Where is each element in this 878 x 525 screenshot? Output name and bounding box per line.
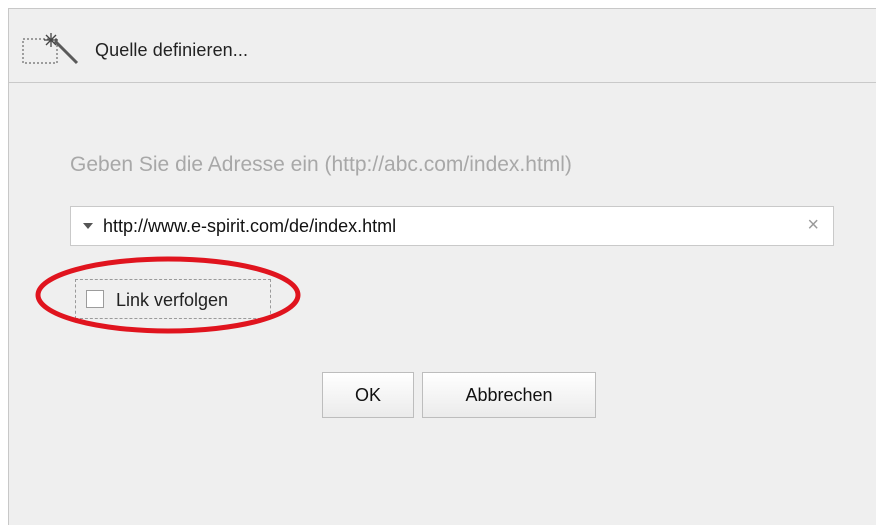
address-prompt-label: Geben Sie die Adresse ein (http://abc.co… bbox=[70, 153, 572, 176]
dialog-title: Quelle definieren... bbox=[95, 40, 249, 60]
checkbox-box[interactable] bbox=[86, 290, 104, 308]
checkbox-label[interactable]: Link verfolgen bbox=[116, 290, 228, 311]
cancel-button[interactable]: Abbrechen bbox=[422, 372, 596, 418]
follow-link-checkbox[interactable]: Link verfolgen bbox=[75, 279, 271, 319]
dropdown-arrow-icon[interactable] bbox=[83, 223, 93, 229]
url-combobox[interactable]: http://www.e-spirit.com/de/index.html × bbox=[70, 206, 834, 246]
ok-button[interactable]: OK bbox=[322, 372, 414, 418]
clear-icon[interactable]: × bbox=[807, 213, 819, 237]
magic-wand-selection-icon bbox=[21, 31, 83, 67]
define-source-dialog: Quelle definieren... Geben Sie die Adres… bbox=[8, 8, 876, 525]
url-input-value[interactable]: http://www.e-spirit.com/de/index.html bbox=[103, 216, 396, 237]
dialog-titlebar: Quelle definieren... bbox=[9, 9, 876, 83]
